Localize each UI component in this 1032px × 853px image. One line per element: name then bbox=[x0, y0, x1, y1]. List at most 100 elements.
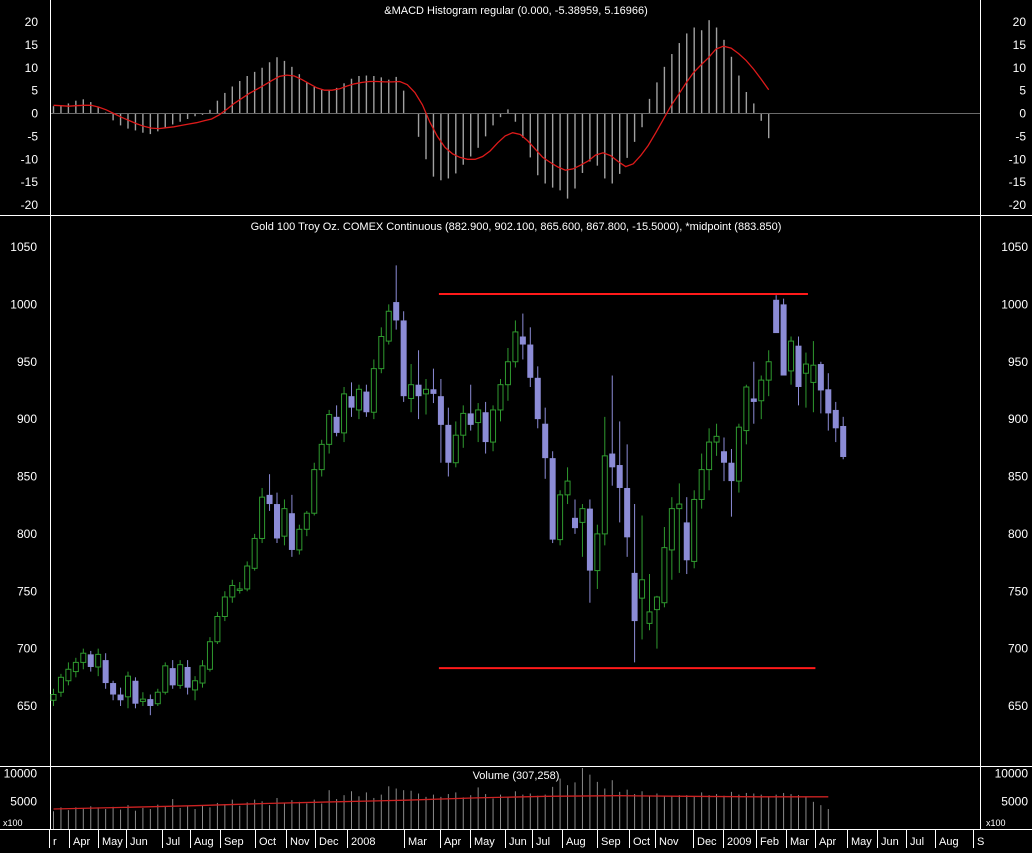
candle-body-down bbox=[266, 494, 273, 505]
candle-body-down bbox=[437, 396, 444, 425]
candle-body-up bbox=[452, 434, 459, 464]
macd-ytick-left: 5 bbox=[31, 84, 38, 98]
candle-body-up bbox=[408, 384, 415, 399]
candle-body-up bbox=[788, 340, 795, 372]
candle-body-up bbox=[676, 503, 683, 510]
candle-body-up bbox=[743, 386, 750, 432]
x-axis-label: Nov bbox=[659, 836, 679, 848]
x-axis-label: Jul bbox=[536, 836, 550, 848]
chart-canvas: &MACD Histogram regular (0.000, -5.38959… bbox=[0, 0, 1032, 848]
candle-body-up bbox=[303, 512, 310, 530]
volume-multiplier-left: x100 bbox=[3, 818, 23, 828]
candle-body-up bbox=[177, 664, 184, 686]
candle-body-up bbox=[80, 652, 87, 663]
candle-body-down bbox=[840, 426, 847, 457]
candle-body-up bbox=[311, 469, 318, 514]
price-ytick-right: 950 bbox=[1008, 355, 1028, 369]
candle-body-up bbox=[259, 496, 266, 539]
x-axis-label: May bbox=[102, 836, 123, 848]
x-axis-label: Aug bbox=[566, 836, 586, 848]
candle-body-down bbox=[825, 389, 832, 414]
candle-body-up bbox=[423, 388, 429, 395]
candle-body-down bbox=[631, 572, 638, 622]
candle-body-up bbox=[370, 368, 377, 413]
price-ytick-right: 800 bbox=[1008, 527, 1028, 541]
candle-body-down bbox=[363, 391, 370, 413]
macd-panel-title: &MACD Histogram regular (0.000, -5.38959… bbox=[384, 5, 648, 17]
candle-body-up bbox=[199, 665, 206, 684]
candle-body-up bbox=[221, 596, 228, 617]
candle-body-up bbox=[154, 691, 161, 705]
macd-ytick-left: 0 bbox=[31, 107, 38, 121]
candle-body-up bbox=[601, 455, 608, 535]
candle-body-down bbox=[817, 364, 824, 391]
x-axis-label: Oct bbox=[259, 836, 276, 848]
price-ytick-left: 950 bbox=[17, 355, 37, 369]
x-axis-label: May bbox=[851, 836, 872, 848]
x-axis-label: Mar bbox=[408, 836, 427, 848]
volume-panel-title: Volume (307,258) bbox=[473, 770, 560, 782]
candle-body-down bbox=[519, 336, 526, 345]
candle-body-up bbox=[802, 363, 809, 374]
x-axis-label: Jul bbox=[166, 836, 180, 848]
candle-body-down bbox=[288, 513, 295, 550]
candle-body-up bbox=[378, 336, 385, 370]
candle-body-down bbox=[773, 299, 780, 334]
candle-body-down bbox=[184, 666, 191, 688]
price-ytick-right: 850 bbox=[1008, 470, 1028, 484]
price-ytick-left: 700 bbox=[17, 642, 37, 656]
candle-body-up bbox=[162, 665, 169, 693]
candle-body-up bbox=[57, 676, 64, 693]
price-panel-title: Gold 100 Troy Oz. COMEX Continuous (882.… bbox=[251, 221, 782, 233]
candle-body-down bbox=[616, 465, 623, 488]
candle-body-down bbox=[117, 694, 124, 701]
candle-body-down bbox=[274, 504, 280, 539]
candle-body-down bbox=[169, 668, 176, 686]
candle-body-up bbox=[244, 565, 251, 590]
candle-body-up bbox=[72, 661, 79, 673]
candle-body-up bbox=[758, 379, 765, 402]
chart-window: &MACD Histogram regular (0.000, -5.38959… bbox=[0, 0, 1032, 848]
price-ytick-right: 1000 bbox=[1001, 297, 1028, 311]
candle-body-down bbox=[780, 304, 787, 376]
macd-ytick-left: -20 bbox=[21, 198, 39, 212]
price-ytick-right: 700 bbox=[1008, 642, 1028, 656]
candle-body-up bbox=[326, 414, 333, 445]
x-axis-label: Aug bbox=[194, 836, 214, 848]
macd-ytick-right: 15 bbox=[1013, 38, 1027, 52]
x-axis-label: Oct bbox=[633, 836, 650, 848]
candle-body-down bbox=[400, 320, 407, 397]
candle-body-down bbox=[482, 412, 489, 443]
macd-ytick-right: 0 bbox=[1019, 107, 1026, 121]
candle-body-down bbox=[609, 453, 616, 468]
candle-body-up bbox=[564, 480, 571, 496]
candle-body-up bbox=[579, 508, 586, 523]
candle-body-up bbox=[229, 585, 236, 598]
price-ytick-left: 800 bbox=[17, 527, 37, 541]
candle-body-up bbox=[691, 498, 698, 562]
candle-body-down bbox=[430, 389, 437, 394]
macd-ytick-right: 5 bbox=[1019, 84, 1026, 98]
x-axis-label: Jul bbox=[910, 836, 924, 848]
price-ytick-left: 750 bbox=[17, 584, 37, 598]
price-ytick-right: 750 bbox=[1008, 584, 1028, 598]
candle-body-down bbox=[415, 384, 422, 397]
candle-body-down bbox=[527, 344, 534, 378]
candle-body-up bbox=[765, 361, 772, 381]
price-ytick-left: 650 bbox=[17, 699, 37, 713]
macd-ytick-right: 10 bbox=[1013, 61, 1027, 75]
candle-body-up bbox=[810, 364, 817, 383]
x-axis-label: S bbox=[977, 836, 984, 848]
candle-body-down bbox=[102, 660, 109, 684]
candle-body-up bbox=[50, 694, 57, 701]
candle-body-up bbox=[594, 533, 601, 572]
candle-body-up bbox=[341, 393, 348, 434]
candle-body-up bbox=[95, 653, 102, 668]
candle-body-down bbox=[721, 451, 727, 463]
x-axis-label: Jun bbox=[509, 836, 527, 848]
candle-body-down bbox=[542, 423, 549, 459]
candle-body-down bbox=[572, 517, 578, 529]
candle-body-down bbox=[445, 424, 452, 463]
price-ytick-left: 1000 bbox=[10, 297, 37, 311]
candle-body-down bbox=[393, 302, 400, 321]
